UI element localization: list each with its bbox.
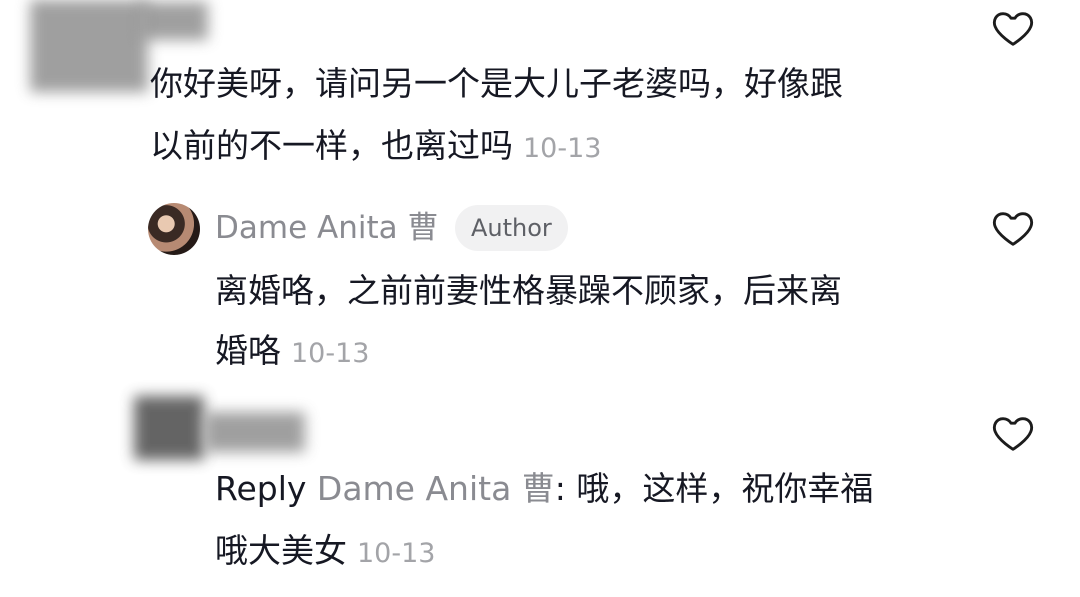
username[interactable]: Dame Anita 曹 <box>215 205 438 251</box>
reply-text: 离婚咯，之前前妻性格暴躁不顾家，后来离 <box>215 260 842 322</box>
reply-date: 10-13 <box>357 538 436 569</box>
redacted-avatar <box>134 396 204 460</box>
reply-label: Reply <box>215 469 307 508</box>
reply-text: 哦大美女 10-13 <box>215 520 435 585</box>
author-badge: Author <box>455 205 568 251</box>
reply-date: 10-13 <box>291 338 370 369</box>
like-icon[interactable] <box>990 205 1036 251</box>
reply-line: 哦大美女 <box>215 531 347 570</box>
comment-date: 10-13 <box>523 133 602 164</box>
comment-line: 你好美呀，请问另一个是大儿子老婆吗，好像跟 <box>150 64 843 103</box>
avatar[interactable] <box>148 203 200 255</box>
comment-line: 以前的不一样，也离过吗 <box>150 126 513 165</box>
reply-text: 婚咯 10-13 <box>215 320 369 385</box>
comment-text: 你好美呀，请问另一个是大儿子老婆吗，好像跟 <box>150 53 843 115</box>
redacted-username <box>205 412 305 452</box>
like-icon[interactable] <box>990 5 1036 51</box>
redacted-avatar-top <box>30 0 148 92</box>
reply-to-username[interactable]: Dame Anita 曹 <box>317 469 555 508</box>
reply-line: 离婚咯，之前前妻性格暴躁不顾家，后来离 <box>215 271 842 310</box>
reply-line: : 哦，这样，祝你幸福 <box>554 469 874 508</box>
redacted-username-top <box>140 2 208 40</box>
like-icon[interactable] <box>990 410 1036 456</box>
reply-text: Reply Dame Anita 曹: 哦，这样，祝你幸福 <box>215 458 873 520</box>
comment-text: 以前的不一样，也离过吗 10-13 <box>150 115 601 180</box>
reply-line: 婚咯 <box>215 331 281 370</box>
